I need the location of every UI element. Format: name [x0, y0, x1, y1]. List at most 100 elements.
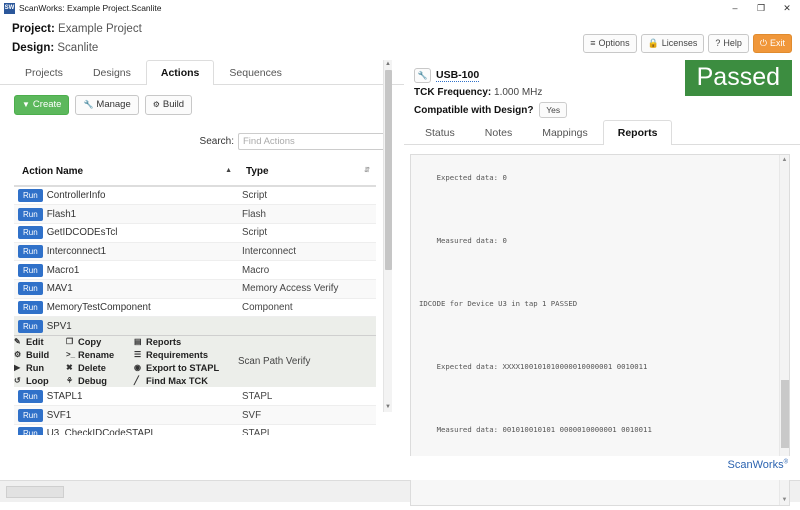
ctx-edit[interactable]: ✎ Edit [14, 336, 66, 348]
close-icon[interactable]: ✕ [774, 0, 800, 16]
table-row[interactable]: Run SVF1 SVF [14, 405, 376, 425]
search-input[interactable] [238, 133, 390, 150]
actions-pane: Projects Designs Actions Sequences ▼ Cre… [0, 60, 404, 456]
window-title: ScanWorks: Example Project.Scanlite [19, 3, 162, 13]
brand-mark: ® [783, 459, 788, 466]
pencil-icon: ✎ [14, 337, 21, 346]
action-type: Macro [242, 264, 270, 276]
project-value: Example Project [58, 23, 142, 35]
tab-sequences[interactable]: Sequences [214, 60, 297, 85]
licenses-button[interactable]: 🔒 Licenses [640, 34, 705, 53]
options-label: Options [598, 38, 630, 48]
tab-status[interactable]: Status [410, 120, 470, 145]
ctx-requirements[interactable]: ☰ Requirements [134, 349, 238, 361]
run-button[interactable]: Run [18, 189, 43, 203]
ctx-requirements-label: Requirements [146, 350, 208, 360]
ctx-export-stapl[interactable]: ◉ Export to STAPL [134, 362, 238, 374]
build-button[interactable]: ⚙ Build [144, 95, 193, 115]
column-header-type[interactable]: Type ⇵ [238, 160, 376, 187]
action-name: GetIDCODEsTcl [46, 227, 118, 239]
column-header-action-name[interactable]: Action Name ▲ [14, 160, 238, 187]
ctx-run[interactable]: ▶ Run [14, 362, 66, 374]
scroll-up-icon[interactable]: ▲ [780, 155, 789, 165]
ctx-rename[interactable]: >_ Rename [66, 349, 134, 361]
ctx-debug[interactable]: ⚘ Debug [66, 375, 134, 387]
tab-notes[interactable]: Notes [470, 120, 527, 145]
ctx-loop[interactable]: ↺ Loop [14, 375, 66, 387]
create-button[interactable]: ▼ Create [14, 95, 70, 115]
loop-icon: ↺ [14, 376, 21, 385]
report-scrollbar[interactable]: ▲ ▼ [779, 155, 789, 505]
main-split: Projects Designs Actions Sequences ▼ Cre… [0, 60, 800, 506]
exit-button[interactable]: ⏻ Exit [752, 34, 792, 53]
list-icon: ☰ [134, 350, 142, 359]
options-button[interactable]: ≡ Options [583, 34, 637, 53]
run-button[interactable]: Run [18, 319, 43, 333]
minimize-icon[interactable]: – [722, 0, 748, 16]
scroll-down-icon[interactable]: ▼ [780, 495, 789, 505]
table-row[interactable]: Run ControllerInfo Script [14, 186, 376, 205]
table-row[interactable]: Run Flash1 Flash [14, 204, 376, 224]
help-button[interactable]: ? Help [708, 34, 749, 53]
action-type: Script [242, 227, 268, 239]
window-controls: – ❐ ✕ [722, 0, 800, 16]
action-type: Memory Access Verify [242, 283, 339, 295]
table-row[interactable]: Run GetIDCODEsTcl Script [14, 223, 376, 243]
compatible-row: Compatible with Design? Yes [414, 102, 800, 118]
ctx-build[interactable]: ⚙ Build [14, 349, 66, 361]
gears-icon: ⚙ [14, 350, 22, 359]
ctx-copy[interactable]: ❐ Copy [66, 336, 134, 348]
table-row[interactable]: Run STAPL1 STAPL [14, 387, 376, 406]
tab-mappings[interactable]: Mappings [527, 120, 603, 145]
table-row[interactable]: Run MAV1 Memory Access Verify [14, 279, 376, 299]
run-button[interactable]: Run [18, 244, 43, 258]
footer: ScanWorks® [0, 456, 800, 480]
scrollbar-thumb[interactable] [781, 380, 789, 448]
right-tabbar: Status Notes Mappings Reports [404, 120, 800, 145]
lock-icon: 🔒 [647, 38, 659, 48]
maximize-icon[interactable]: ❐ [748, 0, 774, 16]
licenses-label: Licenses [661, 38, 698, 48]
tab-reports[interactable]: Reports [602, 120, 673, 145]
controller-name[interactable]: USB-100 [436, 69, 480, 82]
table-row[interactable]: Run Interconnect1 Interconnect [14, 242, 376, 261]
table-row-selected[interactable]: Run SPV1 [14, 316, 376, 336]
ctx-delete[interactable]: ✖ Delete [66, 362, 134, 374]
ctx-rename-label: Rename [78, 350, 115, 360]
ctx-loop-label: Loop [26, 376, 49, 386]
ctx-find-max-tck[interactable]: ╱ Find Max TCK [134, 375, 238, 387]
ctx-reports[interactable]: ▤ Reports [134, 336, 238, 348]
scrollbar-thumb[interactable] [385, 70, 392, 270]
tab-designs[interactable]: Designs [78, 60, 146, 85]
run-button[interactable]: Run [18, 207, 43, 221]
search-row: Search: [0, 115, 404, 150]
search-label: Search: [199, 136, 234, 147]
create-label: Create [32, 99, 62, 110]
tab-actions[interactable]: Actions [145, 60, 215, 85]
manage-button[interactable]: 🔧 Manage [75, 95, 139, 115]
table-row[interactable]: Run U3_CheckIDCodeSTAPL STAPL [14, 424, 376, 435]
bug-icon: ⚘ [66, 376, 74, 385]
scroll-up-icon[interactable]: ▲ [384, 60, 392, 69]
tab-projects[interactable]: Projects [10, 60, 78, 85]
compatible-value-badge[interactable]: Yes [539, 102, 568, 118]
run-button[interactable]: Run [18, 427, 43, 435]
run-button[interactable]: Run [18, 389, 43, 403]
actions-scrollbar[interactable]: ▲ ▼ [383, 60, 392, 412]
build-label: Build [162, 99, 185, 110]
ctx-find-max-tck-label: Find Max TCK [146, 376, 208, 386]
action-name: U3_CheckIDCodeSTAPL [46, 428, 156, 435]
run-button[interactable]: Run [18, 282, 43, 296]
scroll-down-icon[interactable]: ▼ [384, 403, 392, 412]
run-button[interactable]: Run [18, 300, 43, 314]
table-row[interactable]: Run MemoryTestComponent Component [14, 298, 376, 317]
action-name: STAPL1 [46, 390, 83, 402]
run-button[interactable]: Run [18, 226, 43, 240]
wrench-icon[interactable]: 🔧 [414, 68, 431, 83]
run-button[interactable]: Run [18, 408, 43, 422]
project-label: Project: [12, 23, 55, 35]
run-button[interactable]: Run [18, 263, 43, 277]
table-row[interactable]: Run Macro1 Macro [14, 261, 376, 280]
ctx-run-label: Run [26, 363, 45, 373]
circle-arrow-icon: ◉ [134, 363, 141, 372]
